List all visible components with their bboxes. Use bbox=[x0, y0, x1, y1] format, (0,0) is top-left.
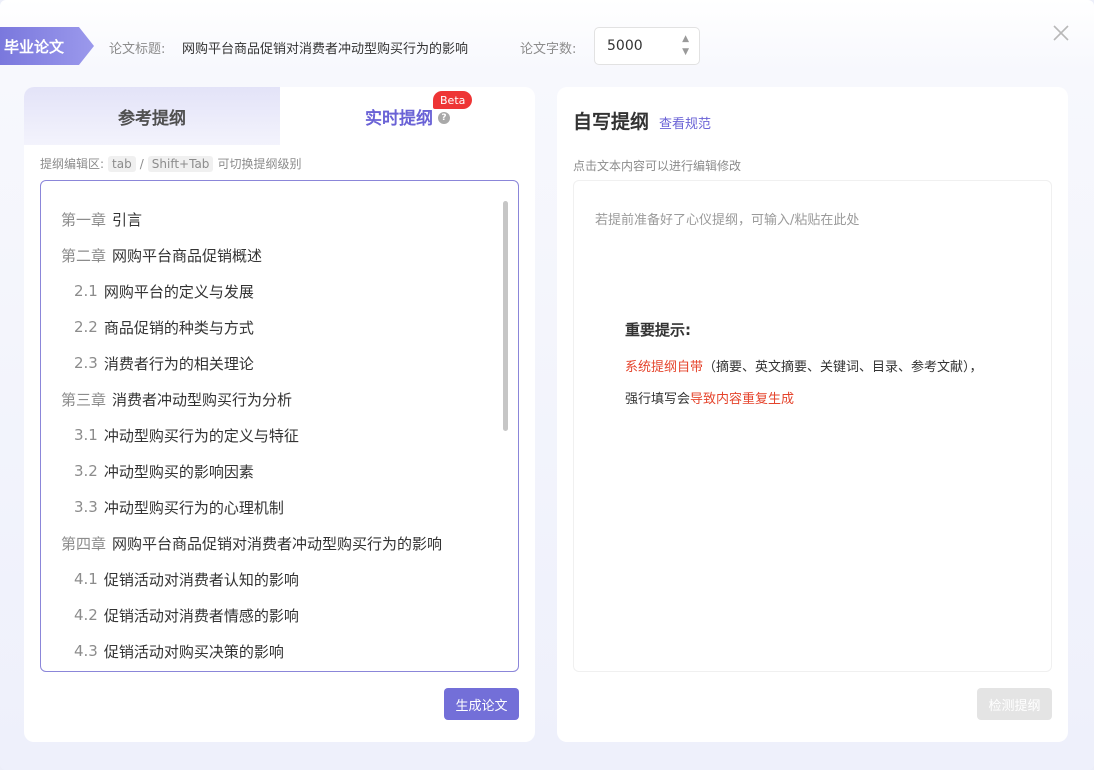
outline-item[interactable]: 第四章 网购平台商品促销对消费者冲动型购买行为的影响 bbox=[61, 525, 501, 561]
tip-text-2: 强行填写会 bbox=[625, 392, 691, 407]
outline-list: 第一章 引言 第二章 网购平台商品促销概述 2.1 网购平台的定义与发展 2.2 商品促销的种… bbox=[61, 201, 501, 669]
outline-item-text: 网购平台的定义与发展 bbox=[103, 282, 254, 301]
outline-item[interactable]: 第三章 消费者冲动型购买行为分析 bbox=[61, 381, 501, 417]
important-tip-line-1: 系统提纲自带（摘要、英文摘要、关键词、目录、参考文献）， bbox=[625, 356, 983, 375]
outline-item-number: 3.3 bbox=[74, 498, 98, 516]
tip-highlight-2: 导致内容重复生成 bbox=[690, 392, 795, 407]
tab-reference-outline[interactable]: 参考提纲 bbox=[24, 87, 280, 145]
outline-item-number: 4.1 bbox=[74, 570, 98, 588]
tip-text-1: （摘要、英文摘要、关键词、目录、参考文献）， bbox=[703, 360, 983, 375]
view-guidelines-link[interactable]: 查看规范 bbox=[659, 113, 711, 132]
outline-item-number: 2.2 bbox=[74, 318, 98, 336]
outline-item-number: 第二章 bbox=[61, 246, 107, 265]
stepper-up-icon[interactable]: ▲ bbox=[682, 33, 689, 45]
edit-hint: 点击文本内容可以进行编辑修改 bbox=[573, 159, 742, 173]
key-tab: tab bbox=[108, 155, 136, 172]
outline-item-number: 第三章 bbox=[61, 390, 107, 409]
hint-suffix: 可切换提纲级别 bbox=[217, 157, 302, 171]
outline-item[interactable]: 第一章 引言 bbox=[61, 201, 501, 237]
outline-item[interactable]: 4.1 促销活动对消费者认知的影响 bbox=[61, 561, 501, 597]
outline-item[interactable]: 第二章 网购平台商品促销概述 bbox=[61, 237, 501, 273]
stepper-down-icon[interactable]: ▼ bbox=[682, 46, 689, 58]
outline-item[interactable]: 4.3 促销活动对购买决策的影响 bbox=[61, 633, 501, 669]
outline-item-number: 3.2 bbox=[74, 462, 98, 480]
outline-item-number: 2.3 bbox=[74, 354, 98, 372]
outline-item-number: 第一章 bbox=[61, 210, 107, 229]
custom-outline-input[interactable]: 若提前准备好了心仪提纲，可输入/粘贴在此处 重要提示: 系统提纲自带（摘要、英文… bbox=[573, 180, 1052, 672]
outline-item-text: 引言 bbox=[112, 210, 143, 229]
outline-item-text: 促销活动对消费者情感的影响 bbox=[103, 606, 299, 625]
custom-outline-title: 自写提纲 bbox=[573, 111, 650, 133]
tip-highlight-1: 系统提纲自带 bbox=[625, 360, 704, 375]
outline-item[interactable]: 2.1 网购平台的定义与发展 bbox=[61, 273, 501, 309]
generate-essay-button[interactable]: 生成论文 bbox=[444, 688, 519, 720]
essay-modal: 毕业论文 论文标题: 网购平台商品促销对消费者冲动型购买行为的影响 论文字数: … bbox=[0, 0, 1094, 770]
outline-item-number: 4.2 bbox=[74, 606, 98, 624]
outline-editor[interactable]: 第一章 引言 第二章 网购平台商品促销概述 2.1 网购平台的定义与发展 2.2 商品促销的种… bbox=[40, 180, 519, 672]
outline-item-text: 网购平台商品促销对消费者冲动型购买行为的影响 bbox=[112, 534, 443, 553]
hint-slash: / bbox=[139, 156, 144, 171]
outline-item[interactable]: 2.2 商品促销的种类与方式 bbox=[61, 309, 501, 345]
outline-item-text: 商品促销的种类与方式 bbox=[103, 318, 254, 337]
word-count-input[interactable]: 5000 ▲ ▼ bbox=[594, 27, 700, 65]
outline-item[interactable]: 3.2 冲动型购买的影响因素 bbox=[61, 453, 501, 489]
outline-item-text: 消费者冲动型购买行为分析 bbox=[112, 390, 293, 409]
title-label: 论文标题: bbox=[109, 42, 166, 57]
outline-scrollbar[interactable] bbox=[503, 201, 508, 431]
outline-item-number: 第四章 bbox=[61, 534, 107, 553]
outline-item-number: 3.1 bbox=[74, 426, 98, 444]
outline-item-number: 4.3 bbox=[74, 642, 98, 660]
outline-item-text: 网购平台商品促销概述 bbox=[112, 246, 263, 265]
outline-edit-hint: 提纲编辑区: tab / Shift+Tab 可切换提纲级别 bbox=[40, 155, 301, 172]
essay-type-badge: 毕业论文 bbox=[0, 27, 94, 65]
outline-item-text: 促销活动对购买决策的影响 bbox=[103, 642, 284, 661]
tab-live-label: 实时提纲 bbox=[365, 108, 433, 129]
outline-item-text: 消费者行为的相关理论 bbox=[103, 354, 254, 373]
outline-item[interactable]: 3.3 冲动型购买行为的心理机制 bbox=[61, 489, 501, 525]
beta-badge: Beta bbox=[433, 91, 473, 109]
close-icon[interactable] bbox=[1050, 22, 1072, 44]
outline-item-text: 冲动型购买的影响因素 bbox=[103, 462, 254, 481]
word-count-value: 5000 bbox=[607, 38, 643, 54]
outline-item-text: 促销活动对消费者认知的影响 bbox=[103, 570, 299, 589]
word-count-label: 论文字数: bbox=[520, 42, 577, 57]
check-outline-button[interactable]: 检测提纲 bbox=[977, 688, 1052, 720]
outline-item[interactable]: 3.1 冲动型购买行为的定义与特征 bbox=[61, 417, 501, 453]
outline-item-number: 2.1 bbox=[74, 282, 98, 300]
help-icon[interactable]: ? bbox=[438, 112, 450, 124]
outline-item-text: 冲动型购买行为的心理机制 bbox=[103, 498, 284, 517]
key-shift-tab: Shift+Tab bbox=[147, 155, 214, 172]
custom-outline-panel: 自写提纲 查看规范 点击文本内容可以进行编辑修改 若提前准备好了心仪提纲，可输入… bbox=[557, 87, 1068, 742]
important-tip-line-2: 强行填写会导致内容重复生成 bbox=[625, 388, 794, 407]
custom-outline-placeholder: 若提前准备好了心仪提纲，可输入/粘贴在此处 bbox=[595, 213, 860, 228]
outline-panel: 参考提纲 实时提纲 ? Beta 提纲编辑区: tab / Shift+Tab … bbox=[24, 87, 535, 742]
hint-prefix: 提纲编辑区: bbox=[40, 157, 105, 171]
outline-item-text: 冲动型购买行为的定义与特征 bbox=[103, 426, 299, 445]
important-tip-title: 重要提示: bbox=[625, 321, 691, 339]
outline-item[interactable]: 4.2 促销活动对消费者情感的影响 bbox=[61, 597, 501, 633]
tab-live-outline[interactable]: 实时提纲 ? bbox=[280, 87, 535, 145]
title-value: 网购平台商品促销对消费者冲动型购买行为的影响 bbox=[182, 42, 469, 57]
stepper-icon[interactable]: ▲ ▼ bbox=[682, 33, 689, 58]
tab-reference-label: 参考提纲 bbox=[118, 108, 186, 129]
outline-item[interactable]: 2.3 消费者行为的相关理论 bbox=[61, 345, 501, 381]
